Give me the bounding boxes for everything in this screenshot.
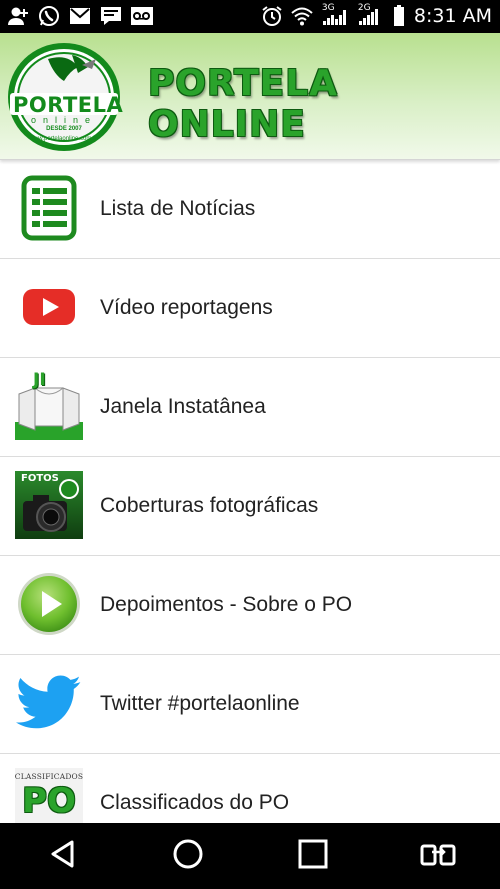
menu-item-news-list[interactable]: Lista de Notícias	[0, 160, 500, 259]
menu-item-label: Depoimentos - Sobre o PO	[100, 593, 353, 616]
twitter-icon	[15, 669, 83, 737]
menu-item-photo-coverage[interactable]: FOTOS Coberturas fotográficas	[0, 457, 500, 556]
window-icon-text: JI	[33, 370, 46, 390]
back-button[interactable]	[28, 823, 98, 889]
classifieds-icon-po: PO	[22, 781, 76, 821]
recents-icon	[298, 839, 328, 874]
wifi-icon	[290, 4, 314, 28]
menu-item-label: Coberturas fotográficas	[100, 494, 319, 517]
camera-icon: FOTOS	[15, 471, 83, 539]
app-header: PORTELA online DESDE 2007 www.portelaonl…	[0, 33, 500, 160]
system-nav-bar	[0, 823, 500, 889]
switch-sim-button[interactable]	[403, 823, 473, 889]
status-bar: 3G 2G 8:31 AM	[0, 0, 500, 33]
logo-sub: online	[30, 115, 98, 125]
menu-item-testimonials[interactable]: Depoimentos - Sobre o PO	[0, 556, 500, 655]
network-type-label: 3G	[321, 3, 335, 13]
menu-item-twitter[interactable]: Twitter #portelaonline	[0, 655, 500, 754]
menu-item-label: Lista de Notícias	[100, 197, 256, 220]
logo-url: www.portelaonline.com.br	[29, 136, 99, 142]
add-contact-icon	[6, 4, 30, 28]
news-list-icon	[15, 174, 83, 242]
camera-icon-text: FOTOS	[21, 473, 59, 484]
portela-logo: PORTELA online DESDE 2007 www.portelaonl…	[6, 41, 124, 153]
whatsapp-icon	[37, 4, 61, 28]
menu-item-label: Twitter #portelaonline	[100, 692, 300, 715]
message-icon	[99, 4, 123, 28]
alarm-icon	[260, 4, 284, 28]
logo-since: DESDE 2007	[46, 126, 82, 132]
home-icon	[172, 838, 204, 875]
menu-item-label: Janela Instatânea	[100, 395, 266, 418]
play-icon	[15, 570, 83, 638]
youtube-icon	[15, 273, 83, 341]
menu-item-label: Vídeo reportagens	[100, 296, 273, 319]
voicemail-icon	[130, 4, 154, 28]
main-menu: Lista de Notícias Vídeo reportagens JI J…	[0, 160, 500, 853]
signal-icon: 2G	[356, 3, 386, 28]
menu-item-instant-window[interactable]: JI Janela Instatânea	[0, 358, 500, 457]
gmail-icon	[68, 4, 92, 28]
back-icon	[48, 839, 78, 874]
logo-name: PORTELA	[13, 93, 124, 117]
recents-button[interactable]	[278, 823, 348, 889]
home-button[interactable]	[153, 823, 223, 889]
classifieds-icon-text: CLASSIFICADOS	[14, 772, 84, 781]
network-type-label: 2G	[357, 3, 371, 13]
signal-icon: 3G	[320, 3, 350, 28]
battery-icon	[392, 4, 406, 28]
menu-item-video-reports[interactable]: Vídeo reportagens	[0, 259, 500, 358]
app-title: PORTELA ONLINE	[148, 63, 339, 145]
switch-sim-icon	[420, 840, 456, 873]
window-icon: JI	[15, 370, 83, 440]
clock-time: 8:31 AM	[413, 5, 492, 27]
